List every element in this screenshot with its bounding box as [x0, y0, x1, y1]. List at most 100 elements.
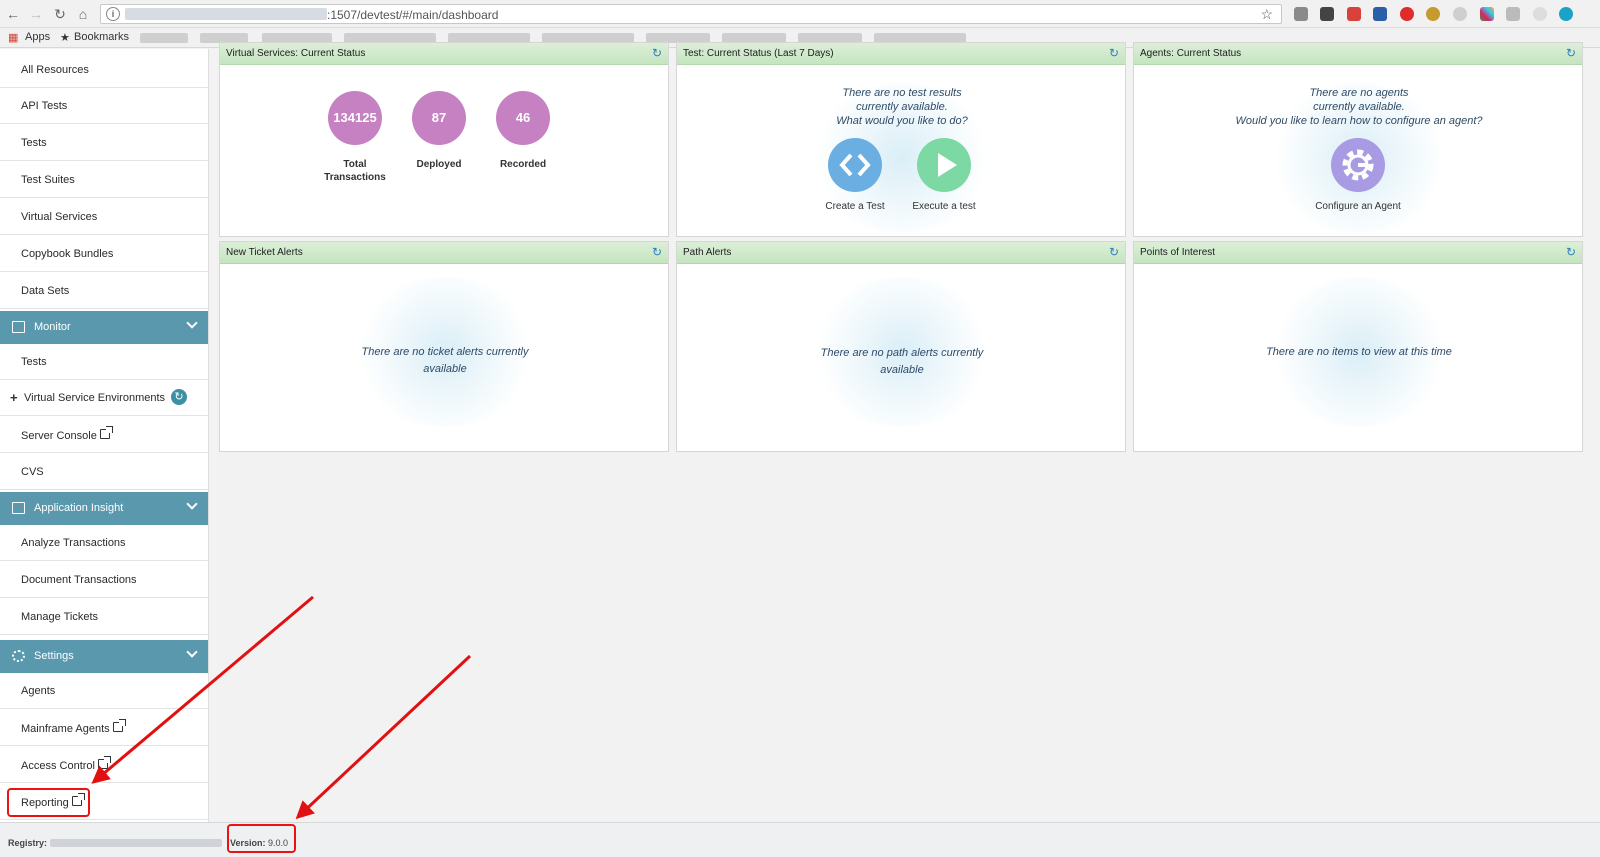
registry-label: Registry: [8, 838, 48, 848]
empty-message-line: available [423, 363, 467, 375]
stat-label: Deployed [416, 159, 462, 170]
sidebar-item-all-resources[interactable]: All Resources [0, 52, 208, 88]
play-icon [938, 153, 957, 177]
extension-icon[interactable] [1426, 7, 1440, 21]
annotation-highlight-version [227, 824, 296, 853]
sidebar-section-monitor[interactable]: Monitor [0, 311, 208, 344]
sidebar-item-test-suites[interactable]: Test Suites [0, 162, 208, 198]
sidebar-item-virtual-service-environments[interactable]: + Virtual Service Environments ↻ [0, 380, 208, 416]
widget-title: Virtual Services: Current Status [226, 48, 366, 59]
widget-title: Path Alerts [683, 247, 732, 258]
mainframe-agents-label: Mainframe Agents [21, 723, 110, 735]
expand-plus-icon[interactable]: + [10, 390, 18, 405]
empty-message-line: available [880, 364, 924, 376]
refresh-icon[interactable]: ↻ [1109, 46, 1119, 60]
home-icon[interactable]: ⌂ [74, 5, 92, 23]
sidebar-item-copybook-bundles[interactable]: Copybook Bundles [0, 236, 208, 272]
extension-icon[interactable] [1294, 7, 1308, 21]
evernote-icon[interactable] [1320, 7, 1334, 21]
sidebar-item-access-control[interactable]: Access Control [0, 747, 208, 783]
extension-icon[interactable] [1453, 7, 1467, 21]
browser-toolbar: ← → ↻ ⌂ i :1507/devtest/#/main/dashboard… [0, 0, 1600, 28]
server-console-label: Server Console [21, 430, 97, 442]
sidebar-item-tests[interactable]: Tests [0, 125, 208, 161]
widget-title: Test: Current Status (Last 7 Days) [683, 48, 834, 59]
sidebar-item-mainframe-agents[interactable]: Mainframe Agents [0, 710, 208, 746]
sidebar-section-application-insight[interactable]: Application Insight [0, 492, 208, 525]
sidebar-item-agents[interactable]: Agents [0, 673, 208, 709]
sidebar-item-analyze-transactions[interactable]: Analyze Transactions [0, 525, 208, 561]
configure-agent-button[interactable] [1331, 138, 1385, 192]
create-test-button[interactable] [828, 138, 882, 192]
chevron-down-icon [186, 498, 198, 510]
widget-title: New Ticket Alerts [226, 247, 303, 258]
sidebar-item-document-transactions[interactable]: Document Transactions [0, 562, 208, 598]
empty-message: There are no path alerts currently avail… [702, 345, 1102, 379]
apps-bookmark[interactable]: Apps [25, 31, 50, 43]
empty-message: There are no test results currently avai… [702, 86, 1102, 128]
empty-message-line: There are no path alerts currently [820, 347, 984, 359]
refresh-icon[interactable]: ↻ [652, 245, 662, 259]
extension-icon[interactable] [1533, 7, 1547, 21]
external-link-icon [97, 756, 111, 769]
back-arrow-icon[interactable]: ← [4, 5, 22, 23]
empty-message-line: There are no agents [1309, 87, 1409, 99]
widget-header: New Ticket Alerts ↻ [220, 242, 668, 264]
access-control-label: Access Control [21, 760, 95, 772]
external-link-icon [99, 426, 113, 439]
bookmark-star-icon[interactable]: ☆ [1260, 6, 1273, 23]
empty-message-line: currently available. [856, 101, 948, 113]
extension-icon[interactable] [1559, 7, 1573, 21]
sidebar: All Resources API Tests Tests Test Suite… [0, 49, 209, 822]
create-test-label[interactable]: Create a Test [805, 201, 905, 212]
sidebar-item-monitor-tests[interactable]: Tests [0, 344, 208, 380]
sidebar-item-virtual-services[interactable]: Virtual Services [0, 199, 208, 235]
chevron-down-icon [186, 646, 198, 658]
url-host-redacted [125, 8, 327, 20]
stat-deployed[interactable]: 87 [412, 91, 466, 145]
empty-message: There are no items to view at this time [1266, 346, 1452, 358]
stat-total-transactions[interactable]: 134125 [328, 91, 382, 145]
widget-header: Agents: Current Status ↻ [1134, 43, 1582, 65]
empty-message-line: There are no ticket alerts currently [361, 346, 529, 358]
sidebar-section-settings[interactable]: Settings [0, 640, 208, 673]
refresh-icon[interactable]: ↻ [652, 46, 662, 60]
widget-new-ticket-alerts: New Ticket Alerts ↻ There are no ticket … [219, 241, 669, 452]
sidebar-item-data-sets[interactable]: Data Sets [0, 273, 208, 309]
empty-message-line: Would you like to learn how to configure… [1235, 115, 1483, 127]
refresh-icon[interactable]: ↻ [1109, 245, 1119, 259]
bookmark-redacted[interactable] [140, 33, 188, 43]
bookmarks-folder[interactable]: Bookmarks [74, 31, 129, 43]
refresh-icon[interactable]: ↻ [171, 389, 187, 405]
slack-icon[interactable] [1480, 7, 1494, 21]
gmail-icon[interactable] [1347, 7, 1361, 21]
opera-icon[interactable] [1400, 7, 1414, 21]
external-link-icon [112, 719, 126, 732]
forward-arrow-icon[interactable]: → [27, 5, 45, 23]
stat-label: Recorded [499, 159, 547, 170]
apps-grid-icon: ▦ [8, 32, 19, 44]
registry-value-redacted [50, 839, 222, 847]
widget-header: Test: Current Status (Last 7 Days) ↻ [677, 43, 1125, 65]
widget-title: Points of Interest [1140, 247, 1216, 258]
sidebar-item-cvs[interactable]: CVS [0, 454, 208, 490]
info-icon[interactable]: i [106, 7, 120, 21]
extension-icon[interactable] [1506, 7, 1520, 21]
configure-agent-label[interactable]: Configure an Agent [1298, 201, 1418, 212]
sidebar-item-manage-tickets[interactable]: Manage Tickets [0, 599, 208, 635]
empty-message-line: What would you like to do? [836, 115, 968, 127]
widget-path-alerts: Path Alerts ↻ There are no path alerts c… [676, 241, 1126, 452]
chart-window-icon [12, 502, 25, 514]
address-bar[interactable]: i :1507/devtest/#/main/dashboard ☆ [100, 4, 1282, 24]
sidebar-item-api-tests[interactable]: API Tests [0, 88, 208, 124]
star-icon: ★ [60, 32, 70, 44]
execute-test-label[interactable]: Execute a test [894, 201, 994, 212]
gear-icon [12, 650, 25, 662]
sidebar-item-server-console[interactable]: Server Console [0, 417, 208, 453]
refresh-icon[interactable]: ↻ [1566, 46, 1576, 60]
reload-icon[interactable]: ↻ [51, 5, 69, 23]
bookmark-manager-icon[interactable] [1373, 7, 1387, 21]
refresh-icon[interactable]: ↻ [1566, 245, 1576, 259]
stat-recorded[interactable]: 46 [496, 91, 550, 145]
execute-test-button[interactable] [917, 138, 971, 192]
